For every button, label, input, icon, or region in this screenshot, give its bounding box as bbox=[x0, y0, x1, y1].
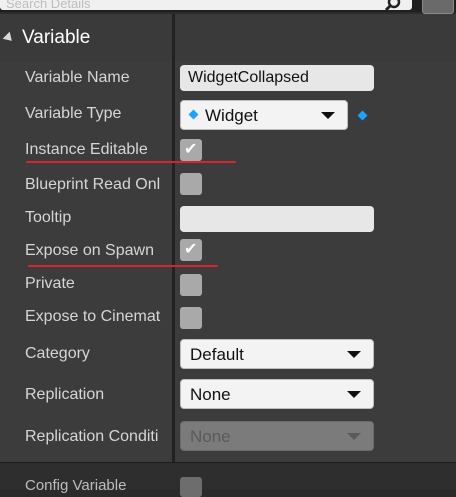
variable-name-value: WidgetCollapsed bbox=[188, 69, 309, 86]
expose-on-spawn-label: Expose on Spawn bbox=[25, 242, 154, 259]
column-splitter[interactable] bbox=[172, 14, 175, 462]
config-variable-row: Config Variable bbox=[0, 462, 456, 497]
instance-editable-checkbox[interactable]: ✔ bbox=[180, 139, 202, 161]
variable-type-pin-icon bbox=[188, 109, 199, 120]
replication-dropdown[interactable]: None bbox=[180, 379, 374, 409]
replication-value: None bbox=[190, 385, 231, 404]
variable-type-dropdown[interactable]: Widget bbox=[180, 100, 348, 130]
tooltip-label: Tooltip bbox=[25, 209, 72, 226]
variable-type-value: Widget bbox=[205, 106, 258, 125]
category-value: Default bbox=[190, 345, 244, 364]
instance-editable-label: Instance Editable bbox=[25, 141, 148, 158]
expose-to-cinematics-label: Expose to Cinemat bbox=[25, 308, 161, 325]
variable-section-header[interactable]: Variable bbox=[0, 14, 456, 63]
chevron-down-icon bbox=[347, 391, 361, 398]
view-options-button[interactable] bbox=[422, 0, 454, 14]
variable-name-label: Variable Name bbox=[25, 69, 130, 86]
search-details-input[interactable]: Search Details bbox=[0, 0, 412, 10]
chevron-down-icon bbox=[347, 433, 361, 440]
checkmark-icon: ✔ bbox=[184, 241, 198, 258]
category-label: Category bbox=[25, 345, 90, 362]
search-icon[interactable] bbox=[384, 0, 402, 12]
replication-condition-dropdown: None bbox=[180, 421, 374, 451]
variable-type-label: Variable Type bbox=[25, 105, 122, 122]
replication-condition-label: Replication Conditi bbox=[25, 428, 159, 445]
annotation-underline bbox=[28, 265, 218, 267]
category-dropdown[interactable]: Default bbox=[180, 339, 374, 369]
config-variable-checkbox[interactable] bbox=[180, 477, 202, 497]
replication-label: Replication bbox=[25, 386, 105, 403]
tooltip-field[interactable] bbox=[180, 206, 374, 232]
replication-condition-value: None bbox=[190, 427, 231, 446]
blueprint-read-only-checkbox[interactable] bbox=[180, 173, 202, 195]
search-placeholder: Search Details bbox=[6, 0, 91, 11]
expose-to-cinematics-checkbox[interactable] bbox=[180, 307, 202, 329]
chevron-down-icon bbox=[321, 112, 335, 119]
blueprint-read-only-label: Blueprint Read Onl bbox=[25, 176, 161, 193]
variable-name-field[interactable]: WidgetCollapsed bbox=[180, 65, 374, 91]
private-label: Private bbox=[25, 275, 75, 292]
chevron-down-icon bbox=[347, 351, 361, 358]
annotation-underline bbox=[26, 161, 236, 163]
details-top-bar: Search Details bbox=[0, 0, 456, 14]
config-variable-label: Config Variable bbox=[25, 477, 127, 494]
section-title: Variable bbox=[22, 27, 91, 48]
collapse-arrow-icon[interactable] bbox=[2, 31, 16, 45]
expose-on-spawn-checkbox[interactable]: ✔ bbox=[180, 239, 202, 261]
checkmark-icon: ✔ bbox=[184, 141, 198, 158]
private-checkbox[interactable] bbox=[180, 274, 202, 296]
